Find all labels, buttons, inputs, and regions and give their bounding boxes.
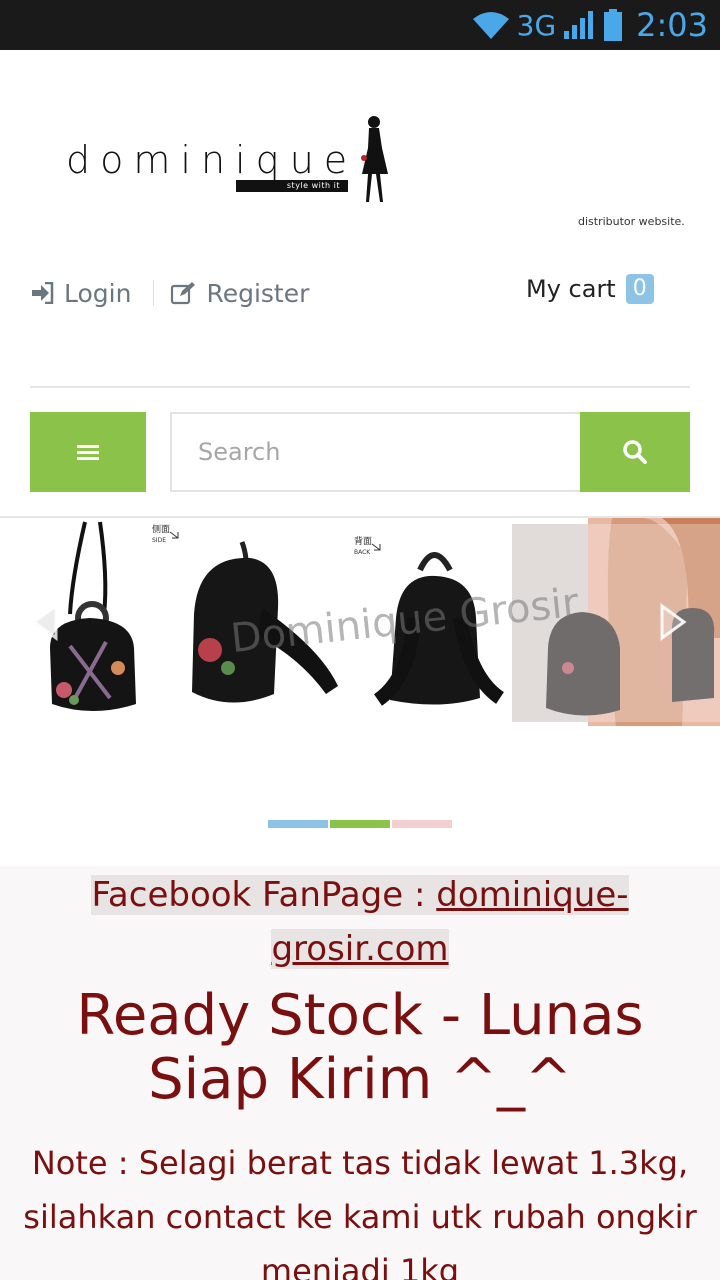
brand-logo[interactable]: dominique style with it — [66, 114, 396, 214]
slider-dot-1[interactable] — [268, 820, 328, 828]
clock: 2:03 — [636, 6, 708, 44]
search-button[interactable] — [580, 412, 690, 492]
facebook-fanpage-line: Facebook FanPage : dominique-grosir.com — [30, 868, 690, 976]
login-label: Login — [64, 278, 132, 308]
cart-count-badge: 0 — [625, 274, 654, 304]
slider-dot-2[interactable] — [330, 820, 390, 828]
signal-icon — [564, 11, 594, 39]
network-type: 3G — [516, 8, 557, 42]
facebook-fanpage-label: Facebook FanPage : — [91, 875, 437, 915]
menu-button[interactable] — [30, 412, 146, 492]
brand-tagline: style with it — [236, 180, 348, 192]
slider-pagination — [268, 820, 452, 828]
auth-separator — [153, 280, 155, 306]
search-icon — [623, 440, 647, 464]
shipping-note: Note : Selagi berat tas tidak lewat 1.3k… — [23, 1144, 697, 1280]
header-divider — [30, 386, 690, 388]
slide-front-view — [50, 521, 136, 711]
brand-subtitle: distributor website. — [578, 215, 685, 228]
register-label: Register — [206, 278, 310, 308]
back-label-cn: 背面 — [354, 535, 372, 547]
slider-prev-arrow-icon[interactable] — [28, 602, 62, 642]
slider-dot-3[interactable] — [392, 820, 452, 828]
status-bar-right: 3G 2:03 — [471, 4, 708, 46]
brand-name: dominique — [66, 138, 358, 182]
register-link[interactable]: Register — [170, 279, 309, 308]
woman-silhouette-icon — [361, 116, 388, 202]
status-bar: 3G 2:03 — [0, 0, 720, 50]
auth-links: Login Register — [30, 276, 309, 310]
wifi-icon — [472, 12, 509, 39]
battery-icon — [604, 9, 623, 41]
login-link[interactable]: Login — [30, 279, 131, 308]
search-input[interactable] — [172, 414, 582, 490]
side-label: SIDE — [152, 537, 166, 544]
back-label: BACK — [354, 549, 371, 556]
cart-link[interactable]: My cart 0 — [526, 274, 654, 304]
cart-label: My cart — [526, 275, 616, 303]
search-field — [170, 412, 582, 492]
sign-in-icon — [32, 282, 54, 304]
slider-next-arrow-icon[interactable] — [656, 602, 690, 642]
side-label-cn: 侧面 — [152, 523, 170, 535]
edit-icon — [171, 282, 196, 305]
hamburger-icon — [77, 445, 99, 460]
product-slider[interactable]: 侧面 SIDE 背面 BACK Dominique Grosir — [0, 516, 720, 726]
ready-stock-headline: Ready Stock - Lunas Siap Kirim ^_^ — [76, 983, 644, 1112]
